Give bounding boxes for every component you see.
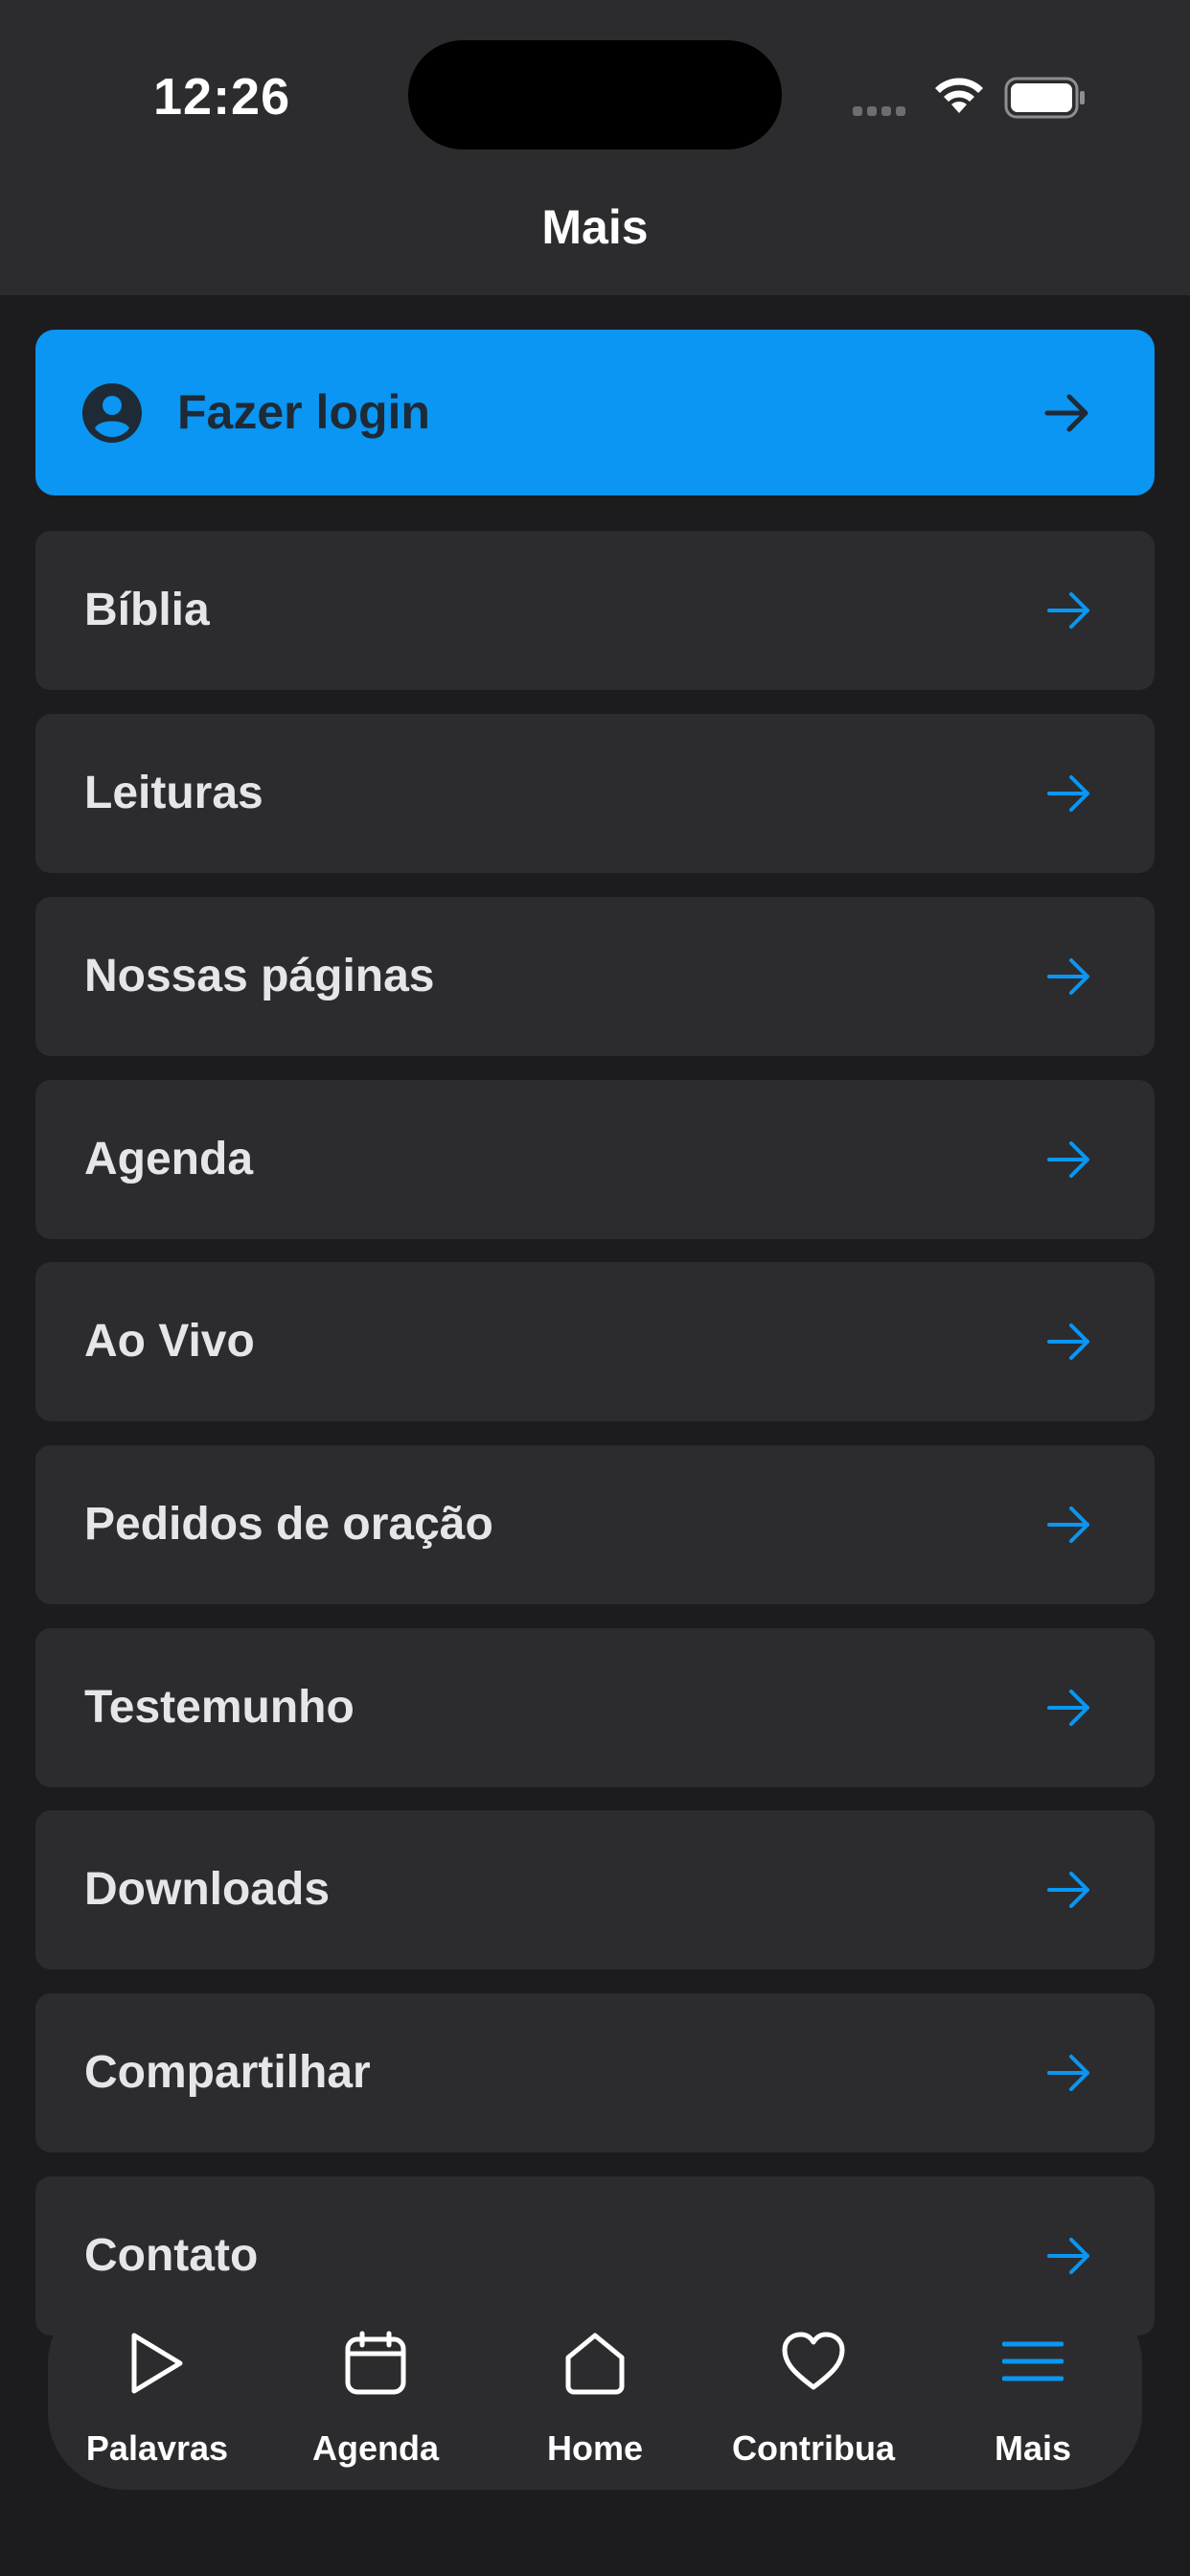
bottom-tab-bar: Palavras Agenda Home Contribua Mais xyxy=(48,2287,1142,2490)
menu-item-label: Downloads xyxy=(84,1864,331,1915)
status-icons xyxy=(848,71,1087,121)
tab-label: Mais xyxy=(994,2428,1072,2468)
menu-item-label: Agenda xyxy=(84,1134,254,1184)
menu-item-pedidos-de-oracao[interactable]: Pedidos de oração xyxy=(35,1445,1155,1604)
arrow-right-icon xyxy=(1047,1141,1089,1178)
arrow-right-icon xyxy=(1047,1872,1089,1908)
menu-item-downloads[interactable]: Downloads xyxy=(35,1810,1155,1969)
menu-item-nossas-paginas[interactable]: Nossas páginas xyxy=(35,897,1155,1056)
login-button[interactable]: Fazer login xyxy=(35,330,1155,495)
battery-icon xyxy=(1004,77,1085,119)
menu-item-label: Leituras xyxy=(84,768,263,818)
user-circle-icon xyxy=(82,383,142,443)
arrow-right-icon xyxy=(1047,1506,1089,1543)
top-bar: 12:26 Mais xyxy=(0,0,1190,295)
menu-item-leituras[interactable]: Leituras xyxy=(35,714,1155,873)
tab-label: Agenda xyxy=(311,2428,439,2468)
menu-item-label: Compartilhar xyxy=(84,2047,371,2098)
arrow-right-icon xyxy=(1047,2238,1089,2274)
wifi-icon xyxy=(935,78,983,113)
arrow-right-icon xyxy=(1047,592,1089,629)
arrow-right-icon xyxy=(1047,1690,1089,1726)
play-icon xyxy=(131,2333,183,2394)
menu-item-compartilhar[interactable]: Compartilhar xyxy=(35,1993,1155,2152)
arrow-right-icon xyxy=(1047,1323,1089,1360)
dynamic-island xyxy=(408,40,782,150)
menu-item-ao-vivo[interactable]: Ao Vivo xyxy=(35,1262,1155,1421)
tab-contribua[interactable]: Contribua xyxy=(704,2287,923,2490)
arrow-right-icon xyxy=(1047,775,1089,812)
menu-item-label: Pedidos de oração xyxy=(84,1499,493,1550)
calendar-icon xyxy=(345,2331,406,2395)
menu-item-testemunho[interactable]: Testemunho xyxy=(35,1628,1155,1787)
tab-agenda[interactable]: Agenda xyxy=(266,2287,485,2490)
menu-item-biblia[interactable]: Bíblia xyxy=(35,531,1155,690)
menu-item-label: Ao Vivo xyxy=(84,1316,255,1367)
tab-home[interactable]: Home xyxy=(486,2287,704,2490)
tab-palavras[interactable]: Palavras xyxy=(48,2287,266,2490)
arrow-right-icon xyxy=(1047,2055,1089,2091)
login-label: Fazer login xyxy=(177,385,430,439)
tab-label: Contribua xyxy=(732,2428,895,2468)
arrow-right-icon xyxy=(1044,394,1088,432)
menu-item-label: Nossas páginas xyxy=(84,951,435,1001)
menu-item-label: Testemunho xyxy=(84,1682,355,1733)
menu-item-label: Bíblia xyxy=(84,585,210,635)
tab-mais[interactable]: Mais xyxy=(924,2287,1142,2490)
tab-label: Palavras xyxy=(85,2428,229,2468)
heart-icon xyxy=(782,2332,845,2390)
cellular-signal-icon xyxy=(853,104,910,121)
home-icon xyxy=(565,2333,625,2395)
status-time: 12:26 xyxy=(153,68,291,126)
tab-label: Home xyxy=(546,2428,644,2468)
page-title: Mais xyxy=(541,200,649,254)
menu-icon xyxy=(1001,2341,1064,2381)
arrow-right-icon xyxy=(1047,958,1089,995)
menu-item-agenda[interactable]: Agenda xyxy=(35,1080,1155,1239)
